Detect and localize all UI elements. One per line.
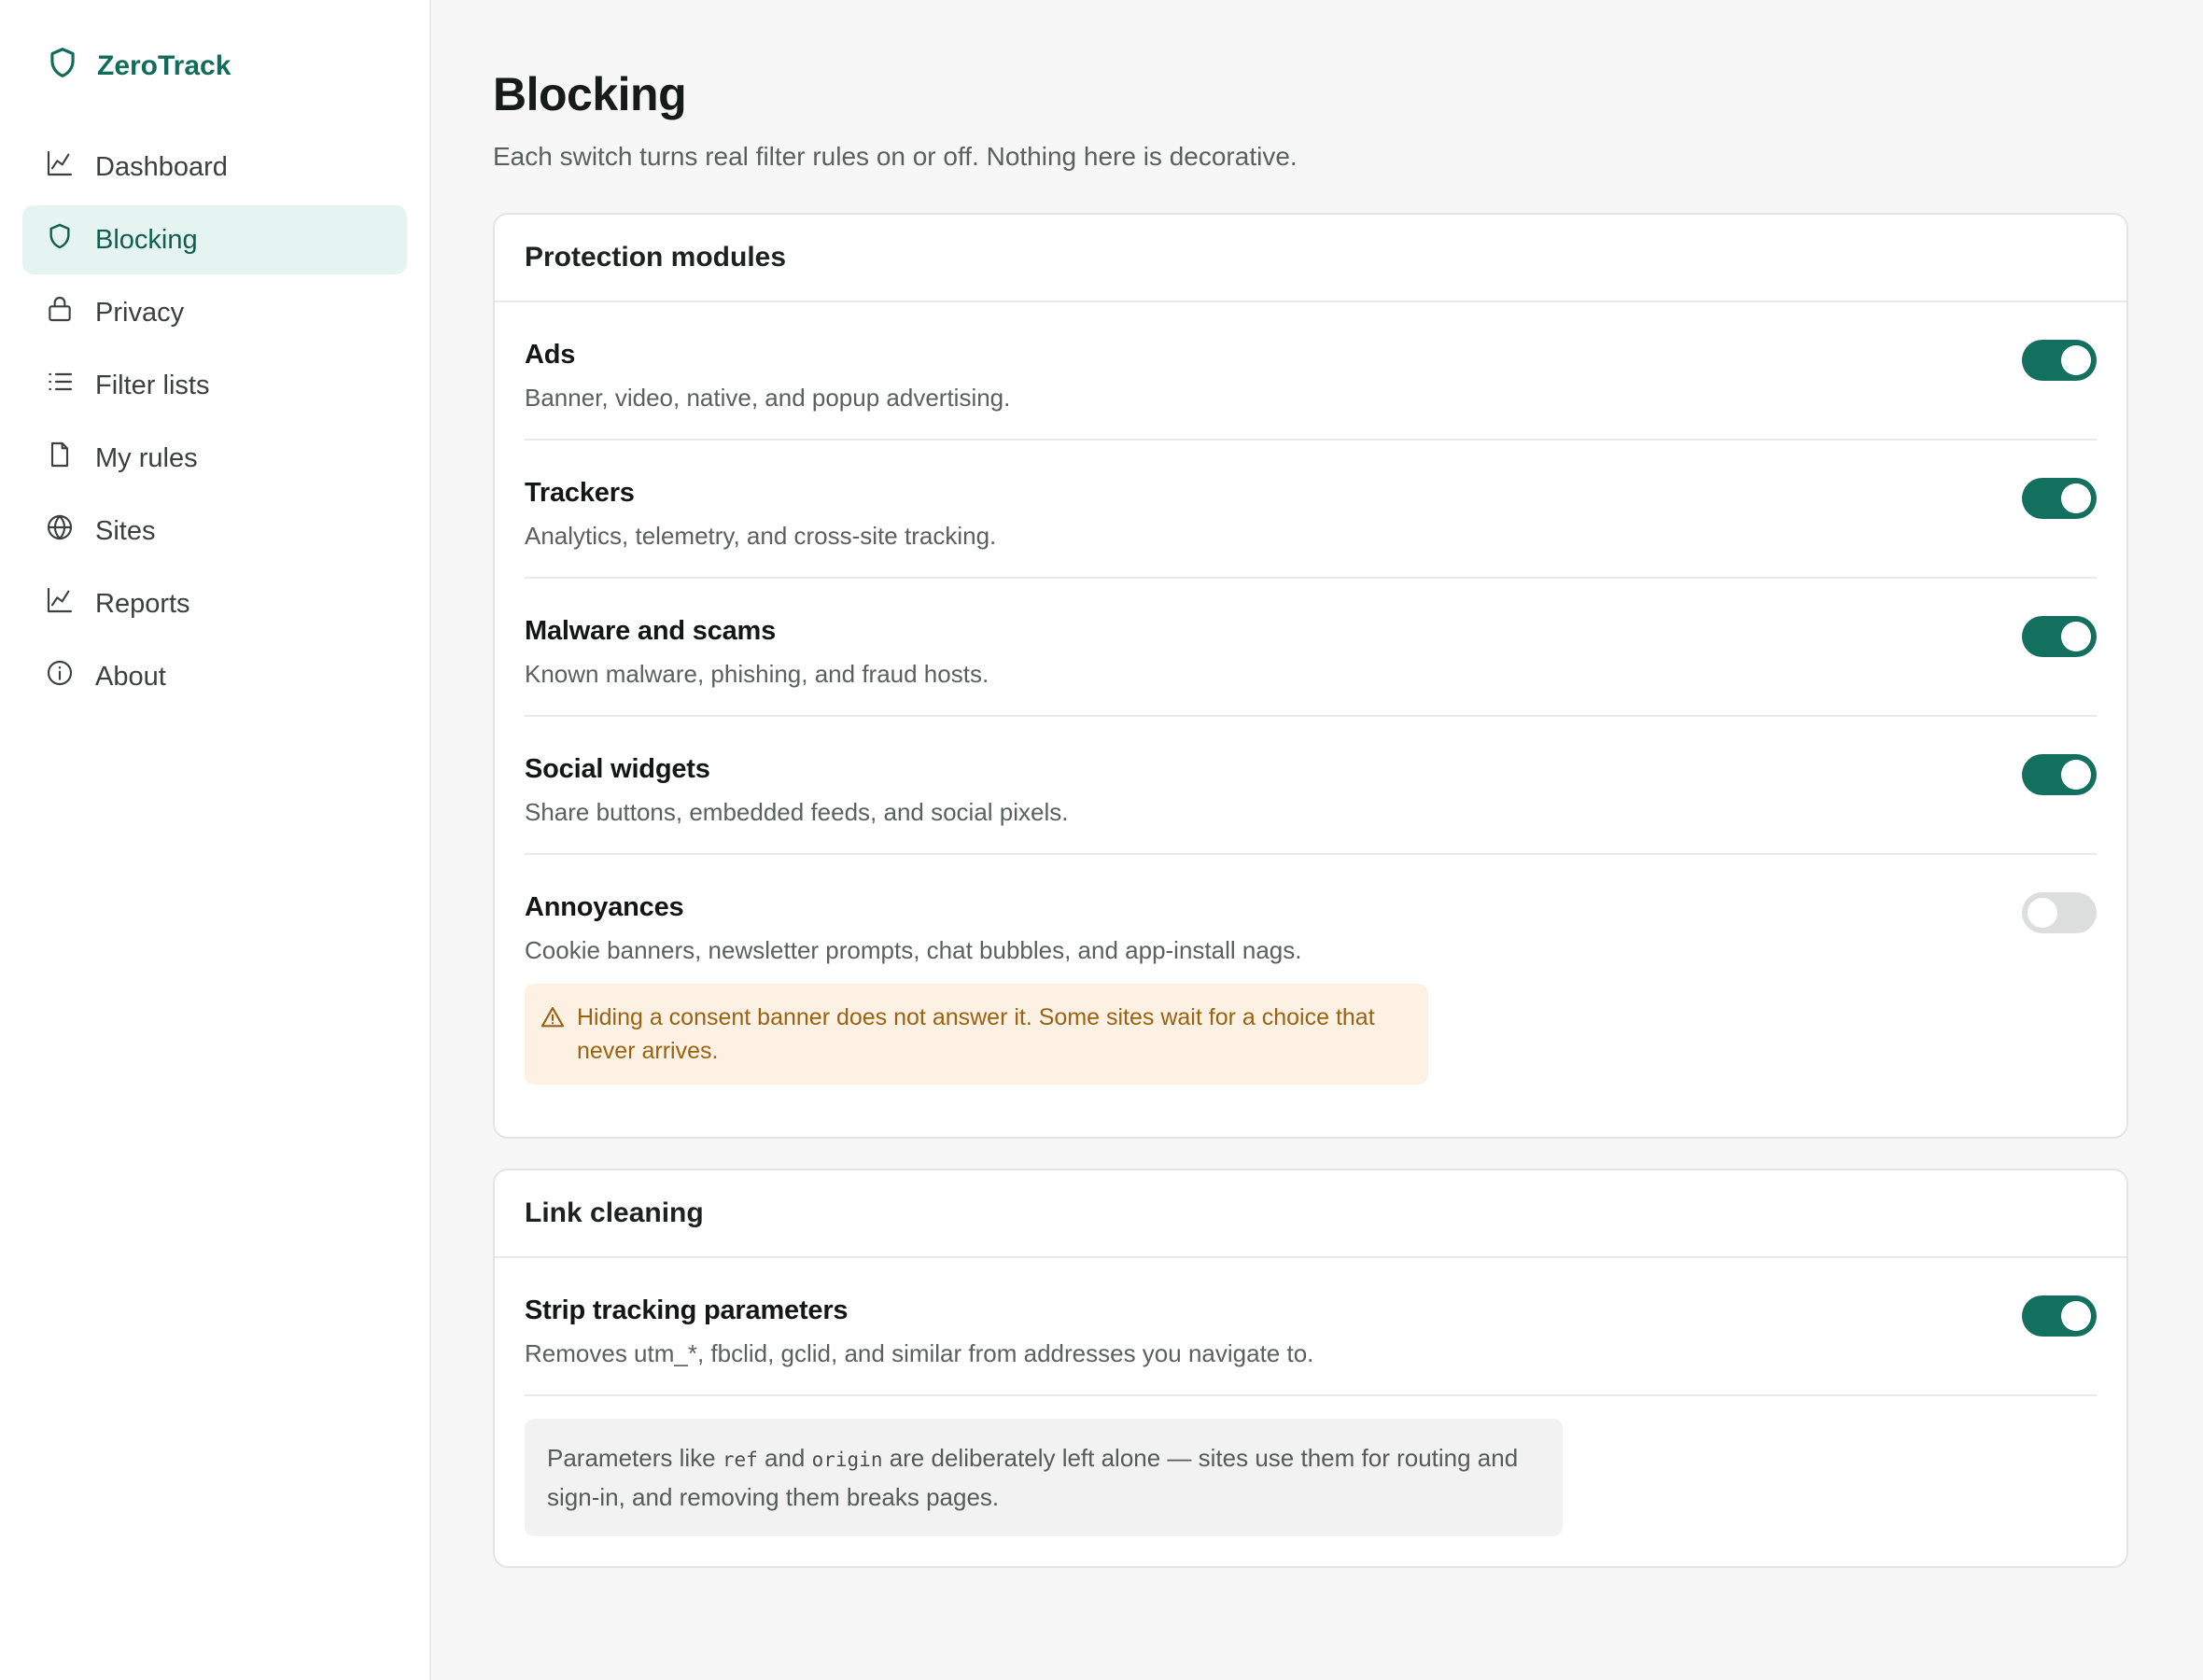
card-body: Ads Banner, video, native, and popup adv…: [495, 302, 2126, 1137]
shield-logo-icon: [45, 45, 97, 88]
module-description: Removes utm_*, fbclid, gclid, and simila…: [525, 1339, 1314, 1367]
parameters-note: Parameters like ref and origin are delib…: [525, 1419, 1563, 1536]
strip-tracking-toggle[interactable]: [2022, 1295, 2097, 1337]
brand[interactable]: ZeroTrack: [22, 0, 407, 133]
sidebar-nav: Dashboard Blocking Privacy Filter lists: [22, 133, 407, 711]
strip-tracking-row: Strip tracking parameters Removes utm_*,…: [525, 1258, 2097, 1396]
module-title: Trackers: [525, 478, 635, 508]
module-title: Ads: [525, 340, 576, 370]
sidebar-item-blocking[interactable]: Blocking: [22, 205, 407, 274]
sidebar: ZeroTrack Dashboard Blocking Privacy Fil…: [0, 0, 431, 1680]
toggle-knob: [2061, 622, 2091, 651]
module-title: Social widgets: [525, 754, 710, 784]
sidebar-item-my-rules[interactable]: My rules: [22, 424, 407, 493]
sidebar-item-label: Dashboard: [95, 151, 228, 182]
main-content: Blocking Each switch turns real filter r…: [431, 0, 2203, 1680]
sidebar-item-label: About: [95, 661, 166, 692]
sidebar-item-label: My rules: [95, 442, 198, 473]
page-subtitle: Each switch turns real filter rules on o…: [493, 142, 1298, 171]
toggle-knob: [2061, 1301, 2091, 1331]
card-header: Link cleaning: [495, 1170, 2126, 1258]
card-body: Strip tracking parameters Removes utm_*,…: [495, 1258, 2126, 1536]
sidebar-item-label: Privacy: [95, 297, 185, 328]
toggle-knob: [2061, 760, 2091, 790]
list-icon: [45, 367, 95, 404]
note-text-middle: and: [757, 1444, 812, 1472]
chart-icon: [45, 148, 95, 186]
sidebar-item-label: Filter lists: [95, 370, 210, 400]
module-description: Banner, video, native, and popup adverti…: [525, 384, 1011, 412]
sidebar-item-label: Reports: [95, 588, 190, 619]
module-row-social-widgets: Social widgets Share buttons, embedded f…: [525, 717, 2097, 855]
warning-text: Hiding a consent banner does not answer …: [577, 1004, 1375, 1064]
sidebar-item-label: Sites: [95, 515, 156, 546]
card-header: Protection modules: [495, 215, 2126, 302]
annoyances-toggle[interactable]: [2022, 892, 2097, 933]
sidebar-item-label: Blocking: [95, 224, 198, 255]
sidebar-item-reports[interactable]: Reports: [22, 569, 407, 638]
code-origin: origin: [811, 1449, 883, 1471]
module-title: Strip tracking parameters: [525, 1295, 849, 1325]
note-text-prefix: Parameters like: [547, 1444, 723, 1472]
module-title: Annoyances: [525, 892, 684, 922]
module-description: Share buttons, embedded feeds, and socia…: [525, 798, 1069, 826]
toggle-knob: [2061, 345, 2091, 375]
brand-name: ZeroTrack: [97, 50, 232, 81]
app-root: ZeroTrack Dashboard Blocking Privacy Fil…: [0, 0, 2203, 1680]
file-icon: [45, 440, 95, 477]
ads-toggle[interactable]: [2022, 340, 2097, 381]
toggle-knob: [2061, 483, 2091, 513]
lock-icon: [45, 294, 95, 331]
shield-icon: [45, 221, 95, 259]
module-title: Malware and scams: [525, 616, 777, 646]
sidebar-item-privacy[interactable]: Privacy: [22, 278, 407, 347]
trackers-toggle[interactable]: [2022, 478, 2097, 519]
module-row-annoyances: Annoyances Cookie banners, newsletter pr…: [525, 855, 2097, 1137]
social-widgets-toggle[interactable]: [2022, 754, 2097, 795]
module-description: Analytics, telemetry, and cross-site tra…: [525, 522, 997, 550]
module-description: Known malware, phishing, and fraud hosts…: [525, 660, 989, 688]
info-icon: [45, 658, 95, 695]
module-description: Cookie banners, newsletter prompts, chat…: [525, 936, 1302, 964]
sidebar-item-dashboard[interactable]: Dashboard: [22, 133, 407, 202]
sidebar-item-about[interactable]: About: [22, 642, 407, 711]
module-row-malware: Malware and scams Known malware, phishin…: [525, 579, 2097, 717]
page-title: Blocking: [493, 68, 687, 120]
code-ref: ref: [722, 1449, 758, 1471]
chart-icon: [45, 585, 95, 623]
globe-icon: [45, 512, 95, 550]
warning-triangle-icon: [540, 1001, 577, 1040]
module-row-trackers: Trackers Analytics, telemetry, and cross…: [525, 441, 2097, 579]
module-row-ads: Ads Banner, video, native, and popup adv…: [525, 302, 2097, 441]
sidebar-item-sites[interactable]: Sites: [22, 497, 407, 566]
link-cleaning-card: Link cleaning Strip tracking parameters …: [493, 1169, 2128, 1568]
consent-warning: Hiding a consent banner does not answer …: [525, 984, 1428, 1085]
malware-toggle[interactable]: [2022, 616, 2097, 657]
sidebar-item-filter-lists[interactable]: Filter lists: [22, 351, 407, 420]
protection-modules-card: Protection modules Ads Banner, video, na…: [493, 213, 2128, 1139]
toggle-knob: [2028, 898, 2057, 928]
